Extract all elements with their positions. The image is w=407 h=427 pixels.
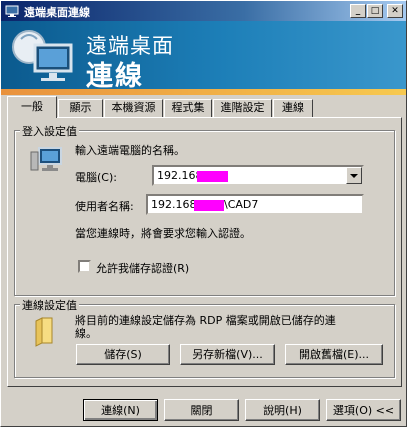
remote-desktop-monitor-icon <box>12 30 73 81</box>
redaction-mark <box>194 200 224 211</box>
title-bar[interactable]: 遠端桌面連線 _ □ ✕ <box>1 1 406 21</box>
tab-general[interactable]: 一般 <box>7 96 57 118</box>
tab-advanced[interactable]: 進階設定 <box>213 99 272 117</box>
save-as-button[interactable]: 另存新檔(V)... <box>180 344 275 365</box>
login-settings-label: 登入設定值 <box>20 123 79 139</box>
tab-connection[interactable]: 連線 <box>273 99 313 117</box>
save-button[interactable]: 儲存(S) <box>76 344 170 365</box>
banner-title-line2: 連線 <box>86 61 144 89</box>
computer-name-prompt: 輸入遠端電腦的名稱。 <box>75 144 185 157</box>
help-button[interactable]: 說明(H) <box>245 399 320 421</box>
connection-description-line2: 線。 <box>75 327 97 340</box>
options-button[interactable]: 選項(O) << <box>326 399 401 421</box>
remote-desktop-window: 遠端桌面連線 _ □ ✕ 遠端桌面 連線 一般 顯示 本機資源 程式集 進階設定… <box>0 0 407 427</box>
computer-combobox[interactable]: 192.168. <box>152 165 364 186</box>
username-field[interactable]: 192.168. \CAD7 <box>146 194 364 215</box>
credential-notice: 當您連線時，將會要求您輸入認證。 <box>75 227 251 240</box>
username-suffix: \CAD7 <box>224 198 259 211</box>
minimize-button[interactable]: _ <box>350 4 366 18</box>
window-title: 遠端桌面連線 <box>24 6 90 19</box>
connection-settings-label: 連線設定值 <box>20 297 79 313</box>
banner-stripe <box>1 89 406 95</box>
banner: 遠端桌面 連線 <box>1 21 406 89</box>
tab-display[interactable]: 顯示 <box>58 99 103 117</box>
close-button[interactable]: 關閉 <box>164 399 239 421</box>
connection-description-line1: 將目前的連線設定儲存為 RDP 檔案或開啟已儲存的連 <box>75 314 336 327</box>
close-window-button[interactable]: ✕ <box>387 4 403 18</box>
computer-icon <box>30 147 62 171</box>
redaction-mark <box>197 171 228 182</box>
username-prefix: 192.168. <box>151 198 200 211</box>
chevron-down-icon <box>350 174 358 178</box>
allow-save-credentials-checkbox[interactable] <box>78 260 91 273</box>
tab-panel-general: 登入設定值 輸入遠端電腦的名稱。 電腦(C): 192.168. 使用者名稱: … <box>7 117 402 387</box>
allow-save-credentials-label[interactable]: 允許我儲存認證(R) <box>96 260 189 276</box>
tab-programs[interactable]: 程式集 <box>164 99 212 117</box>
connect-button[interactable]: 連線(N) <box>83 399 158 421</box>
computer-label: 電腦(C): <box>75 171 117 184</box>
maximize-button[interactable]: □ <box>367 4 383 18</box>
username-label: 使用者名稱: <box>75 200 134 213</box>
folder-icon <box>35 317 53 347</box>
open-button[interactable]: 開啟舊檔(E)... <box>285 344 383 365</box>
remote-desktop-app-icon <box>5 5 19 17</box>
computer-dropdown-button[interactable] <box>346 167 362 184</box>
tab-local-resources[interactable]: 本機資源 <box>104 99 163 117</box>
